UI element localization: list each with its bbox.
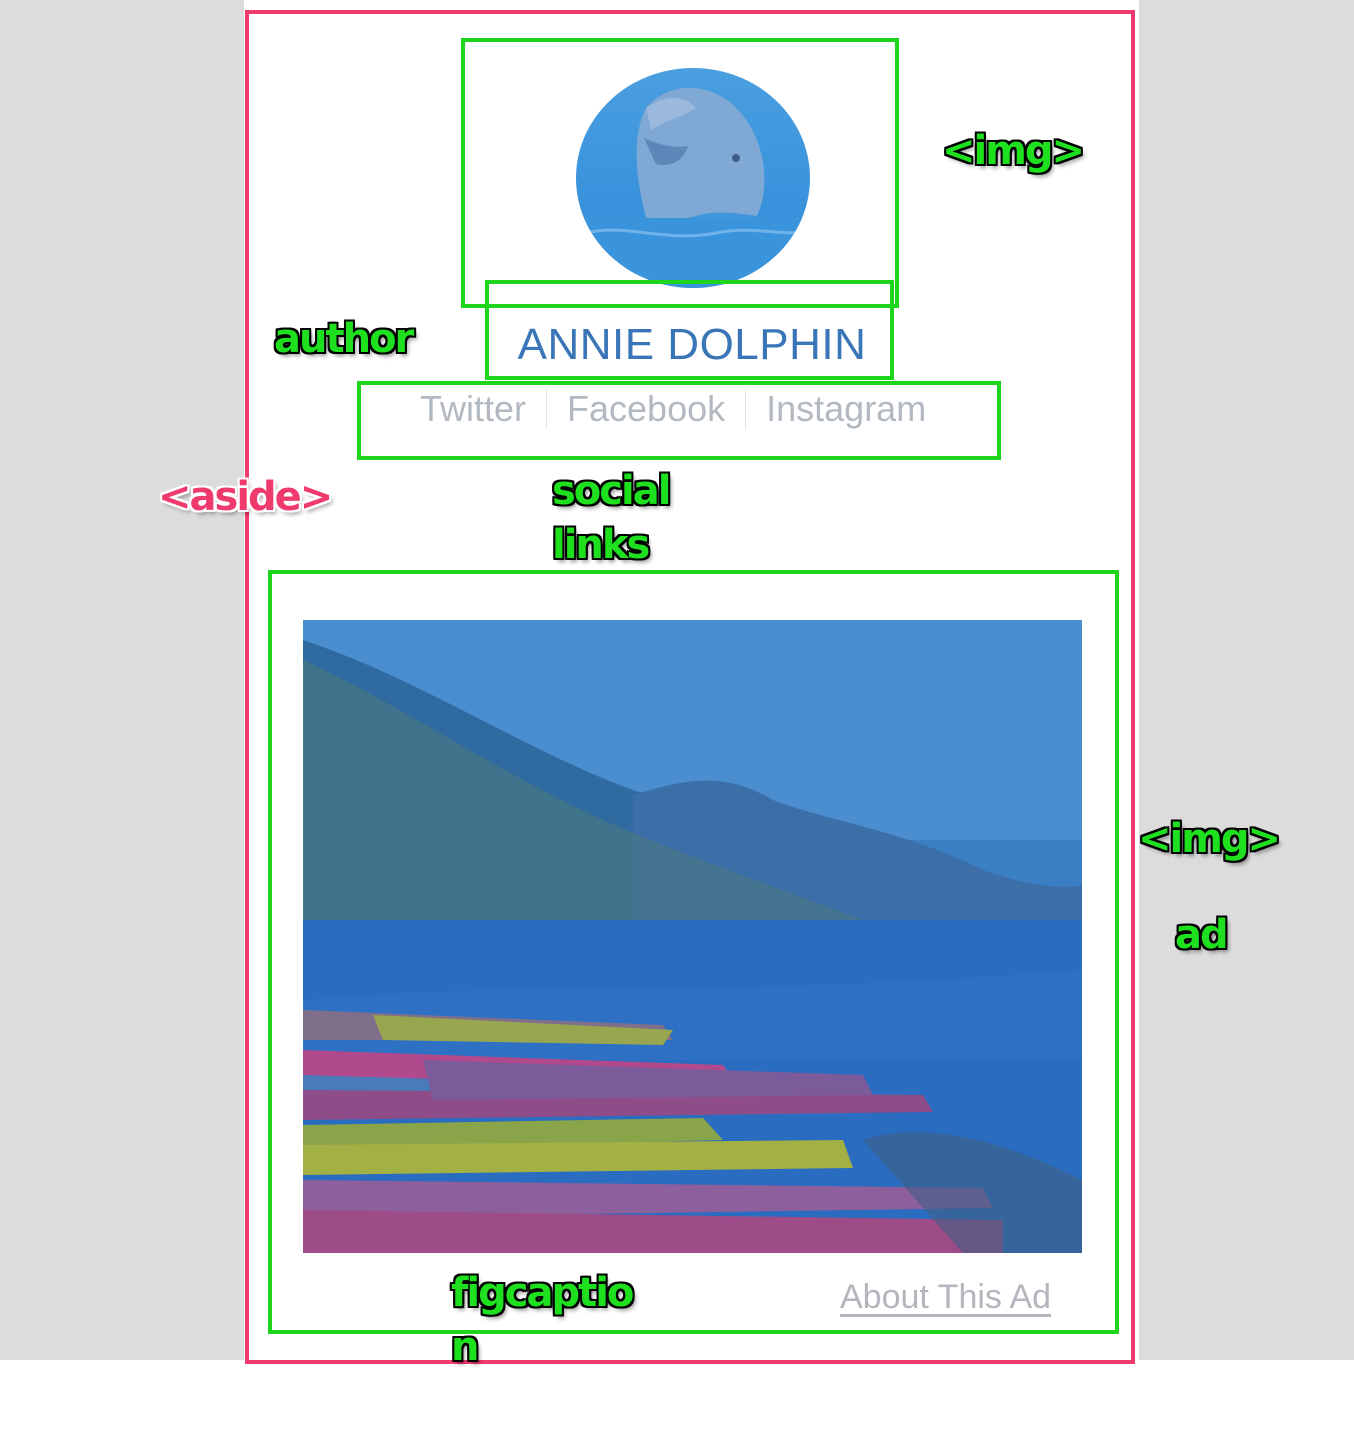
label-img-top: <img> bbox=[942, 128, 1085, 174]
img-outline bbox=[461, 38, 899, 308]
label-author: author bbox=[274, 316, 414, 362]
ad-outline bbox=[268, 570, 1119, 1334]
label-img-ad: <img> bbox=[1138, 816, 1281, 862]
label-figcaption: figcaptio n bbox=[451, 1266, 634, 1374]
author-outline bbox=[485, 280, 894, 380]
label-social-links: social links bbox=[552, 464, 671, 572]
label-social-links-line1: social bbox=[552, 468, 671, 514]
label-figcaption-line1: figcaptio bbox=[451, 1270, 634, 1316]
social-links-outline bbox=[357, 381, 1001, 460]
label-aside: <aside> bbox=[158, 474, 333, 520]
label-ad: ad bbox=[1175, 912, 1229, 958]
label-social-links-line2: links bbox=[552, 522, 650, 568]
label-figcaption-line2: n bbox=[451, 1324, 479, 1370]
